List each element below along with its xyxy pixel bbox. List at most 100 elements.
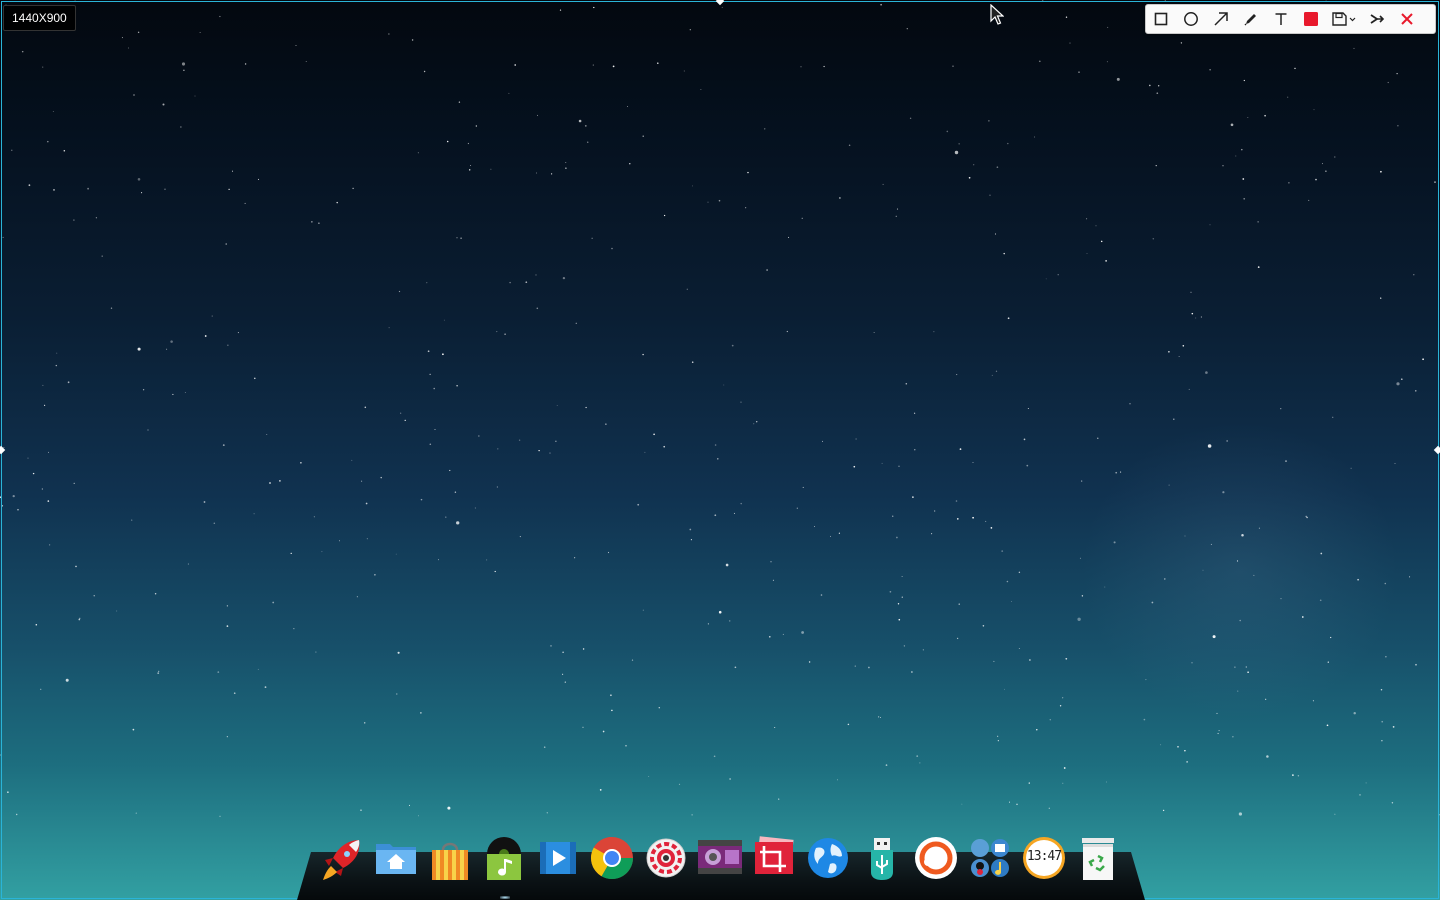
dock-item-web-browser[interactable] xyxy=(804,836,852,888)
dock-item-trash[interactable] xyxy=(1074,836,1122,888)
text-tool-button[interactable] xyxy=(1266,5,1296,33)
star xyxy=(1380,297,1382,299)
star xyxy=(1,505,4,507)
dock-item-chrome-browser[interactable] xyxy=(588,836,636,888)
star xyxy=(909,117,912,120)
star xyxy=(972,462,974,464)
star xyxy=(226,736,228,738)
star xyxy=(1180,42,1183,44)
star xyxy=(1238,812,1243,816)
star xyxy=(717,458,719,460)
star xyxy=(364,406,367,409)
star xyxy=(723,384,725,386)
dock-item-app-circle[interactable] xyxy=(912,836,960,888)
close-tool-button[interactable] xyxy=(1392,5,1422,33)
star xyxy=(1106,61,1108,63)
star xyxy=(1004,688,1005,690)
star xyxy=(1400,378,1403,381)
desktop[interactable]: 1440X900 13:47 xyxy=(0,0,1440,900)
star xyxy=(626,106,628,107)
film-strip-icon xyxy=(698,840,742,874)
share-tool-button[interactable] xyxy=(1362,5,1392,33)
globe-icon xyxy=(808,838,848,878)
star xyxy=(1177,746,1179,748)
dock-item-music-player[interactable] xyxy=(480,836,528,888)
dock-item-file-manager[interactable] xyxy=(372,836,420,888)
dock-item-video-player[interactable] xyxy=(534,836,582,888)
star xyxy=(901,576,903,577)
star xyxy=(170,340,173,343)
star xyxy=(162,103,165,106)
ellipse-tool-button[interactable] xyxy=(1176,5,1206,33)
arrow-tool-button[interactable] xyxy=(1206,5,1236,33)
star xyxy=(1391,802,1394,804)
star xyxy=(839,197,841,199)
dock-item-launcher[interactable] xyxy=(318,836,366,888)
star xyxy=(233,692,236,695)
star xyxy=(132,728,135,731)
dock-item-app-store[interactable] xyxy=(426,836,474,888)
recycle-bin-icon xyxy=(1082,838,1114,880)
star xyxy=(1007,317,1010,320)
dock-item-usb-manager[interactable] xyxy=(858,836,906,888)
star xyxy=(525,281,528,284)
dock-item-media-player[interactable] xyxy=(696,836,744,888)
dock-item-screenshot[interactable] xyxy=(750,836,798,888)
star xyxy=(1195,317,1197,319)
star xyxy=(691,814,693,816)
star xyxy=(40,688,42,690)
star xyxy=(913,412,916,414)
star xyxy=(753,423,755,425)
star xyxy=(181,62,186,66)
star xyxy=(237,332,239,334)
save-tool-button[interactable] xyxy=(1326,5,1362,33)
dock-item-clock[interactable]: 13:47 xyxy=(1020,836,1068,888)
star xyxy=(895,215,897,217)
star xyxy=(1029,659,1031,661)
star xyxy=(1063,767,1066,769)
color-picker-button[interactable] xyxy=(1296,5,1326,33)
rectangle-tool-button[interactable] xyxy=(1146,5,1176,33)
star xyxy=(427,350,430,353)
star xyxy=(689,29,691,31)
pencil-tool-button[interactable] xyxy=(1236,5,1266,33)
star xyxy=(958,143,960,145)
dock-item-app-group[interactable] xyxy=(966,836,1014,888)
star xyxy=(714,514,717,517)
star xyxy=(300,462,302,464)
star xyxy=(254,377,256,380)
star xyxy=(562,673,564,675)
star xyxy=(32,472,35,475)
star xyxy=(226,605,229,607)
star xyxy=(1218,730,1220,732)
star xyxy=(1059,705,1062,707)
star xyxy=(879,717,881,719)
star xyxy=(213,522,216,524)
star xyxy=(905,382,908,385)
crop-icon xyxy=(755,836,794,874)
star xyxy=(996,166,999,169)
star xyxy=(990,527,993,529)
circle-outline-icon xyxy=(1184,12,1198,26)
star xyxy=(956,374,958,376)
star xyxy=(562,276,566,280)
star xyxy=(183,69,185,72)
dock-item-system-settings[interactable] xyxy=(642,836,690,888)
star xyxy=(1152,238,1155,240)
star xyxy=(801,631,804,634)
star xyxy=(1222,164,1224,167)
star xyxy=(313,516,316,518)
star xyxy=(1396,382,1400,386)
star xyxy=(75,565,77,568)
star xyxy=(396,693,398,695)
star xyxy=(1264,114,1266,117)
star xyxy=(1164,0,1166,1)
star xyxy=(543,746,546,748)
star xyxy=(1415,390,1417,392)
star xyxy=(28,184,31,187)
star xyxy=(686,288,688,290)
star xyxy=(728,620,731,622)
star xyxy=(429,443,432,445)
star xyxy=(508,92,510,94)
star xyxy=(460,237,462,240)
